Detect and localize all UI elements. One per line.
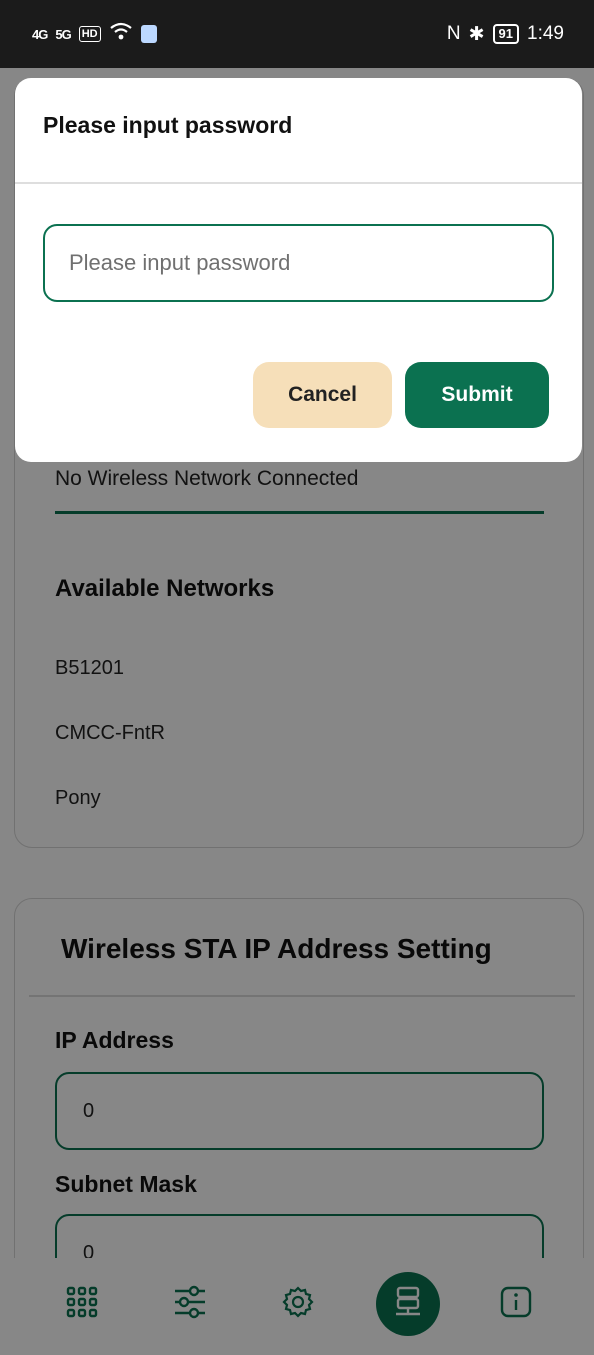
signal-5g-icon: 5G (55, 26, 71, 42)
cancel-button[interactable]: Cancel (253, 362, 392, 428)
signal-4g-icon: 4G (32, 26, 48, 42)
wifi-icon (109, 21, 133, 47)
password-dialog: Please input password Cancel Submit (15, 78, 582, 462)
status-right: N ✱ 91 1:49 (447, 23, 564, 46)
status-time: 1:49 (527, 23, 564, 44)
status-bar: 4G 5G HD N ✱ 91 1:49 (0, 0, 594, 68)
nfc-icon: N (446, 23, 461, 44)
battery-icon: 91 (492, 24, 520, 44)
app-notification-icon (140, 25, 157, 43)
submit-button[interactable]: Submit (405, 362, 549, 428)
hd-icon: HD (78, 26, 101, 42)
dialog-title: Please input password (43, 112, 293, 138)
password-input[interactable] (43, 224, 554, 302)
bluetooth-icon: ✱ (468, 23, 485, 45)
dialog-divider (15, 182, 582, 184)
status-left: 4G 5G HD (32, 21, 157, 47)
